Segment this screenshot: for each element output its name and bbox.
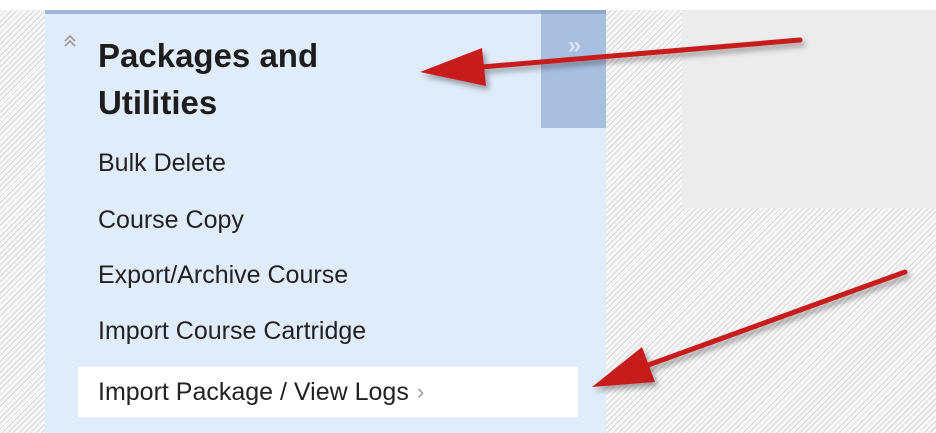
annotation-arrows (420, 37, 908, 387)
annotation-arrow-title (420, 37, 803, 86)
annotation-arrow-import-package (592, 269, 908, 387)
